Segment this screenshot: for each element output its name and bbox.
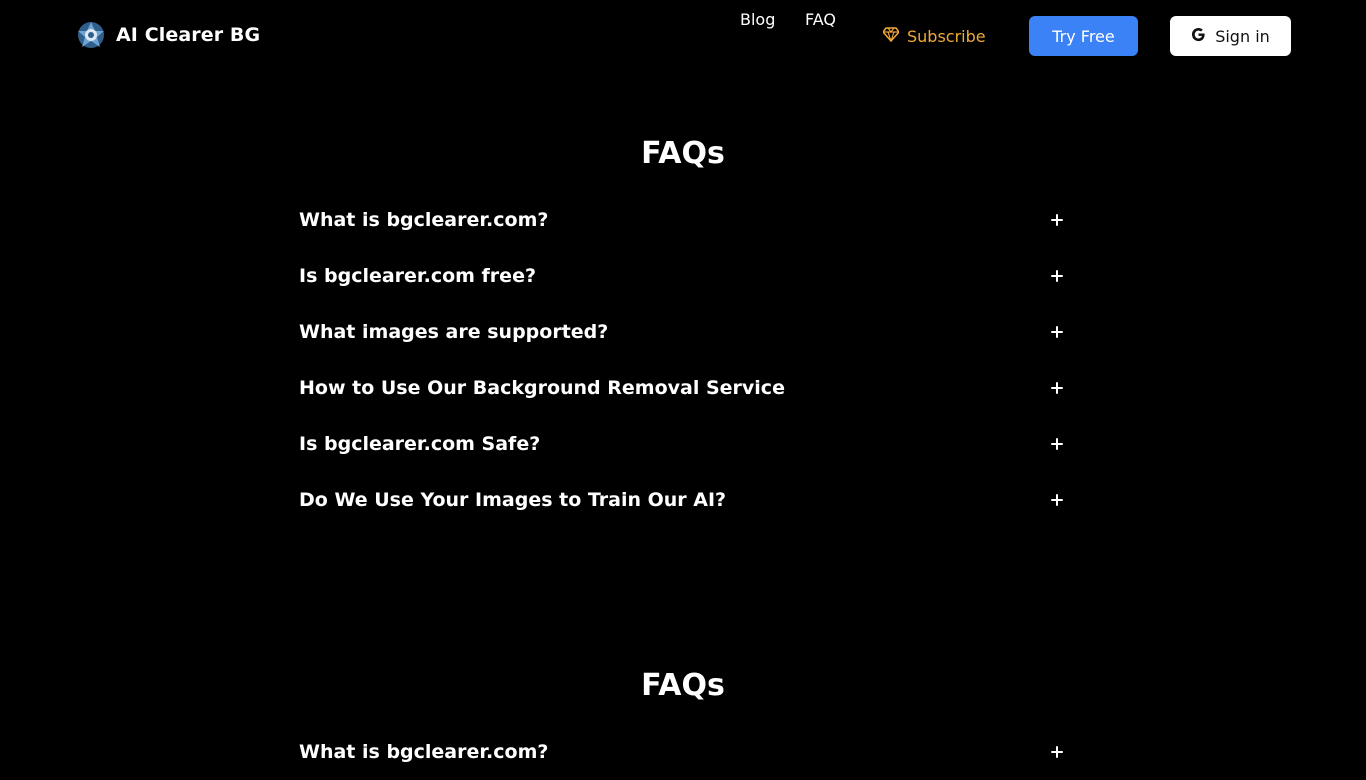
aperture-logo-icon [76,20,106,50]
sign-in-button[interactable]: Sign in [1170,16,1291,56]
faq-item[interactable]: Do We Use Your Images to Train Our AI? [299,472,1069,528]
faq-item[interactable]: Is bgclearer.com free? [299,248,1069,304]
brand-name: AI Clearer BG [116,24,261,46]
faq-question: Is bgclearer.com Safe? [299,433,541,455]
faq-item[interactable]: Is bgclearer.com Safe? [299,416,1069,472]
faq-list: What is bgclearer.com? [299,724,1069,780]
plus-icon[interactable] [1047,742,1067,762]
faq-item[interactable]: What is bgclearer.com? [299,724,1069,780]
faq-item[interactable]: How to Use Our Background Removal Servic… [299,360,1069,416]
nav-subscribe-label: Subscribe [907,26,986,46]
nav-blog-link[interactable]: Blog [740,0,775,40]
faq-item[interactable]: What images are supported? [299,304,1069,360]
faq-title: FAQs [641,136,725,171]
faq-list: What is bgclearer.com? Is bgclearer.com … [299,192,1069,528]
google-icon [1191,27,1206,46]
plus-icon[interactable] [1047,322,1067,342]
plus-icon[interactable] [1047,266,1067,286]
plus-icon[interactable] [1047,210,1067,230]
plus-icon[interactable] [1047,434,1067,454]
faq-question: Do We Use Your Images to Train Our AI? [299,489,727,511]
faq-title: FAQs [641,668,725,703]
try-free-button[interactable]: Try Free [1029,16,1138,56]
faq-question: Is bgclearer.com free? [299,265,536,287]
faq-item[interactable]: What is bgclearer.com? [299,192,1069,248]
faq-question: What images are supported? [299,321,609,343]
brand-link[interactable]: AI Clearer BG [76,20,260,50]
faq-section: FAQs What is bgclearer.com? [0,660,1366,763]
diamond-icon [882,26,900,46]
faq-section: FAQs What is bgclearer.com? Is bgclearer… [0,128,1366,511]
nav-faq-link[interactable]: FAQ [805,0,836,40]
faq-question: What is bgclearer.com? [299,741,549,763]
plus-icon[interactable] [1047,490,1067,510]
plus-icon[interactable] [1047,378,1067,398]
faq-question: How to Use Our Background Removal Servic… [299,377,785,399]
faq-question: What is bgclearer.com? [299,209,549,231]
nav-subscribe-link[interactable]: Subscribe [882,16,986,56]
site-header: AI Clearer BG Blog FAQ Subscribe Try Fre… [0,0,1366,72]
sign-in-label: Sign in [1215,26,1270,46]
